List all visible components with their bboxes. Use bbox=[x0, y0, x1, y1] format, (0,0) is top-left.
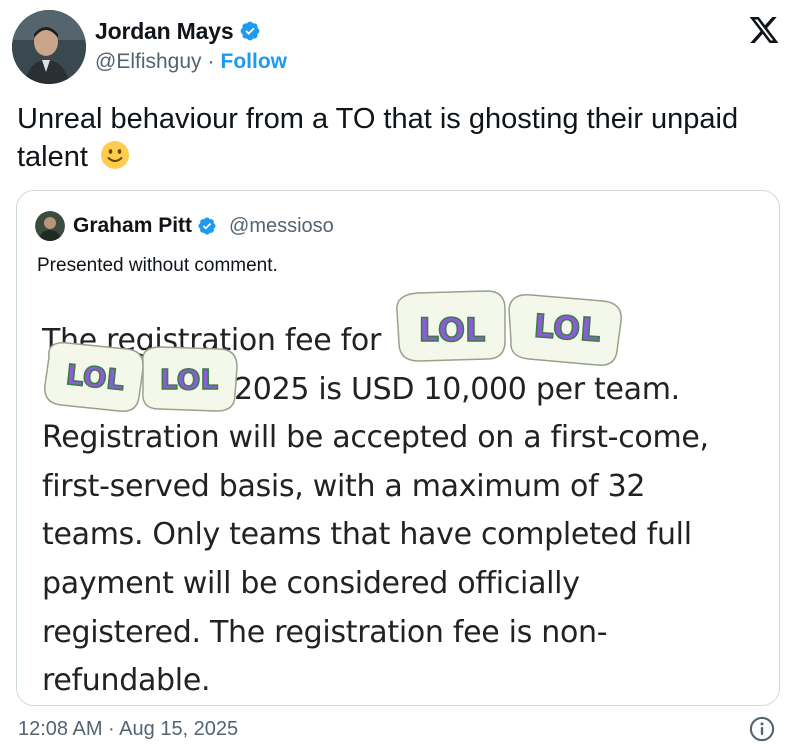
image-text-line: Registration will be accepted on a first… bbox=[42, 420, 709, 456]
tweet-timestamp[interactable]: 12:08 AM · Aug 15, 2025 bbox=[18, 718, 238, 741]
image-text-line: The registration fee for bbox=[42, 323, 382, 358]
follow-button[interactable]: Follow bbox=[221, 50, 288, 74]
image-text-line: registered. The registration fee is non- bbox=[42, 614, 608, 650]
author-avatar[interactable] bbox=[12, 10, 86, 84]
author-info: Jordan Mays @Elfishguy · Follow bbox=[95, 14, 287, 74]
image-text-line: refundable. bbox=[42, 663, 211, 699]
author-handle[interactable]: @Elfishguy bbox=[95, 50, 202, 74]
quoted-author-avatar bbox=[35, 211, 65, 241]
image-text-line: first-served basis, with a maximum of 32 bbox=[42, 468, 646, 504]
separator-dot: · bbox=[207, 50, 215, 73]
quoted-author-name: Graham Pitt bbox=[73, 214, 193, 237]
quoted-tweet-text: Presented without comment. bbox=[37, 255, 278, 276]
tweet-text: Unreal behaviour from a TO that is ghost… bbox=[17, 100, 777, 180]
slightly-smiling-face-icon bbox=[100, 140, 130, 180]
author-avatar-photo bbox=[12, 10, 86, 84]
quoted-tweet-header: Graham Pitt @messioso bbox=[35, 211, 334, 241]
image-text-line: 2025 is USD 10,000 per team. bbox=[234, 371, 680, 407]
x-logo-icon[interactable] bbox=[748, 14, 780, 46]
quoted-author-handle: @messioso bbox=[229, 214, 334, 237]
author-display-name[interactable]: Jordan Mays bbox=[95, 18, 234, 45]
verified-badge-icon bbox=[239, 20, 261, 42]
image-text-line: teams. Only teams that have completed fu… bbox=[42, 517, 692, 553]
image-text-line: payment will be considered officially bbox=[42, 565, 580, 601]
quoted-tweet-card[interactable]: Graham Pitt @messioso Presented without … bbox=[16, 190, 780, 706]
verified-badge-icon bbox=[197, 216, 217, 236]
image-announcement-text: The registration fee for 2025 is USD 10,… bbox=[42, 317, 742, 705]
info-icon[interactable] bbox=[748, 715, 776, 743]
